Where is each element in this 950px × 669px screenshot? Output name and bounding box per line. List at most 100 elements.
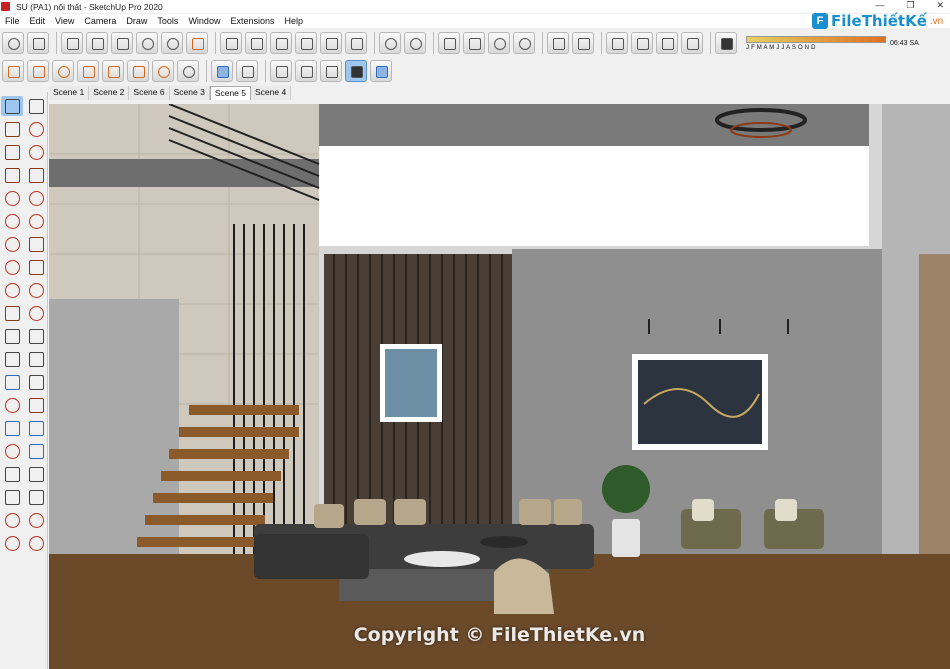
- text-tool-icon[interactable]: [25, 349, 47, 369]
- menu-extensions[interactable]: Extensions: [225, 16, 279, 26]
- export-icon[interactable]: [656, 32, 678, 54]
- menu-draw[interactable]: Draw: [121, 16, 152, 26]
- protractor-icon[interactable]: [1, 349, 23, 369]
- 3d-text-icon[interactable]: [25, 372, 47, 392]
- solid-tools-icon[interactable]: [370, 60, 392, 82]
- sandbox-from-scratch-icon[interactable]: [27, 60, 49, 82]
- tab-scene-2[interactable]: Scene 2: [89, 86, 130, 100]
- push-pull-icon[interactable]: [25, 257, 47, 277]
- pie-icon[interactable]: [25, 234, 47, 254]
- circle-icon[interactable]: [1, 188, 23, 208]
- three-point-arc-icon[interactable]: [1, 234, 23, 254]
- zoom-icon[interactable]: [1, 418, 23, 438]
- solid-intersect-icon[interactable]: [236, 60, 258, 82]
- look-around-icon[interactable]: [25, 464, 47, 484]
- scale-icon[interactable]: [1, 303, 23, 323]
- dimension-icon[interactable]: [25, 326, 47, 346]
- rectangle-icon[interactable]: [1, 165, 23, 185]
- style-shaded-icon[interactable]: [136, 32, 158, 54]
- extension-warehouse-icon[interactable]: [1, 533, 23, 553]
- menu-window[interactable]: Window: [183, 16, 225, 26]
- share-component-icon[interactable]: [25, 510, 47, 530]
- back-view-icon[interactable]: [320, 32, 342, 54]
- rotated-rectangle-icon[interactable]: [25, 165, 47, 185]
- move-icon[interactable]: [1, 257, 23, 277]
- front-view-icon[interactable]: [220, 32, 242, 54]
- section-plane-tool-icon[interactable]: [25, 487, 47, 507]
- tab-scene-4[interactable]: Scene 4: [251, 86, 292, 100]
- materials-icon[interactable]: [404, 32, 426, 54]
- sandbox-from-contours-icon[interactable]: [2, 60, 24, 82]
- smoove-icon[interactable]: [52, 60, 74, 82]
- freehand-icon[interactable]: [25, 142, 47, 162]
- follow-me-icon[interactable]: [25, 280, 47, 300]
- zoom-window-icon[interactable]: [25, 418, 47, 438]
- style-wireframe-icon[interactable]: [86, 32, 108, 54]
- rotate-icon[interactable]: [1, 280, 23, 300]
- iso-view-icon[interactable]: [245, 32, 267, 54]
- position-camera-icon[interactable]: [1, 464, 23, 484]
- axes-icon[interactable]: [1, 372, 23, 392]
- render-preview-icon[interactable]: [488, 32, 510, 54]
- geo-location-icon[interactable]: [379, 32, 401, 54]
- stamp-icon[interactable]: [77, 60, 99, 82]
- zoom-extents-icon[interactable]: [2, 32, 24, 54]
- orbit-icon[interactable]: [1, 395, 23, 415]
- ruby-console-icon[interactable]: [25, 533, 47, 553]
- maximize-button[interactable]: ❐: [906, 0, 914, 11]
- paint-bucket-icon[interactable]: [1, 119, 23, 139]
- make-component-icon[interactable]: [25, 96, 47, 116]
- eraser-icon[interactable]: [25, 119, 47, 139]
- component-icon[interactable]: [186, 32, 208, 54]
- arc-icon[interactable]: [1, 211, 23, 231]
- polygon-icon[interactable]: [25, 188, 47, 208]
- solid-split-icon[interactable]: [345, 60, 367, 82]
- fog-icon[interactable]: [572, 32, 594, 54]
- solid-subtract-icon[interactable]: [295, 60, 317, 82]
- minimize-button[interactable]: —: [875, 0, 884, 11]
- sandbox-extra-icon[interactable]: [177, 60, 199, 82]
- section-plane-icon[interactable]: [27, 32, 49, 54]
- render-settings-icon[interactable]: [463, 32, 485, 54]
- tab-scene-1[interactable]: Scene 1: [49, 86, 90, 100]
- menu-camera[interactable]: Camera: [79, 16, 121, 26]
- solid-union-icon[interactable]: [270, 60, 292, 82]
- top-view-icon[interactable]: [270, 32, 292, 54]
- walk-icon[interactable]: [1, 487, 23, 507]
- teapot-render-icon[interactable]: [438, 32, 460, 54]
- refresh-icon[interactable]: [513, 32, 535, 54]
- window-icon[interactable]: [606, 32, 628, 54]
- previous-view-icon[interactable]: [25, 441, 47, 461]
- 3d-warehouse-icon[interactable]: [1, 510, 23, 530]
- style-textured-icon[interactable]: [161, 32, 183, 54]
- solid-trim-icon[interactable]: [320, 60, 342, 82]
- shadow-toggle-icon[interactable]: [715, 32, 737, 54]
- style-hidden-line-icon[interactable]: [111, 32, 133, 54]
- layout-icon[interactable]: [631, 32, 653, 54]
- model-viewport[interactable]: Copyright © FileThietKe.vn: [49, 104, 950, 669]
- tab-scene-5[interactable]: Scene 5: [209, 86, 252, 100]
- zoom-extents-tool-icon[interactable]: [1, 441, 23, 461]
- menu-tools[interactable]: Tools: [152, 16, 183, 26]
- menu-file[interactable]: File: [0, 16, 25, 26]
- offset-icon[interactable]: [25, 303, 47, 323]
- tape-measure-icon[interactable]: [1, 326, 23, 346]
- menu-help[interactable]: Help: [279, 16, 308, 26]
- shadow-slider[interactable]: [746, 35, 886, 43]
- flip-edge-icon[interactable]: [152, 60, 174, 82]
- pan-icon[interactable]: [25, 395, 47, 415]
- line-tool-icon[interactable]: [1, 142, 23, 162]
- drape-icon[interactable]: [102, 60, 124, 82]
- tab-scene-6[interactable]: Scene 6: [129, 86, 170, 100]
- menu-view[interactable]: View: [50, 16, 79, 26]
- menu-edit[interactable]: Edit: [25, 16, 51, 26]
- sun-icon[interactable]: [547, 32, 569, 54]
- two-point-arc-icon[interactable]: [25, 211, 47, 231]
- tab-scene-3[interactable]: Scene 3: [169, 86, 210, 100]
- solid-outer-shell-icon[interactable]: [211, 60, 233, 82]
- select-tool-icon[interactable]: [1, 96, 23, 116]
- right-view-icon[interactable]: [295, 32, 317, 54]
- lock-icon[interactable]: [681, 32, 703, 54]
- close-button[interactable]: ✕: [936, 0, 944, 11]
- add-detail-icon[interactable]: [127, 60, 149, 82]
